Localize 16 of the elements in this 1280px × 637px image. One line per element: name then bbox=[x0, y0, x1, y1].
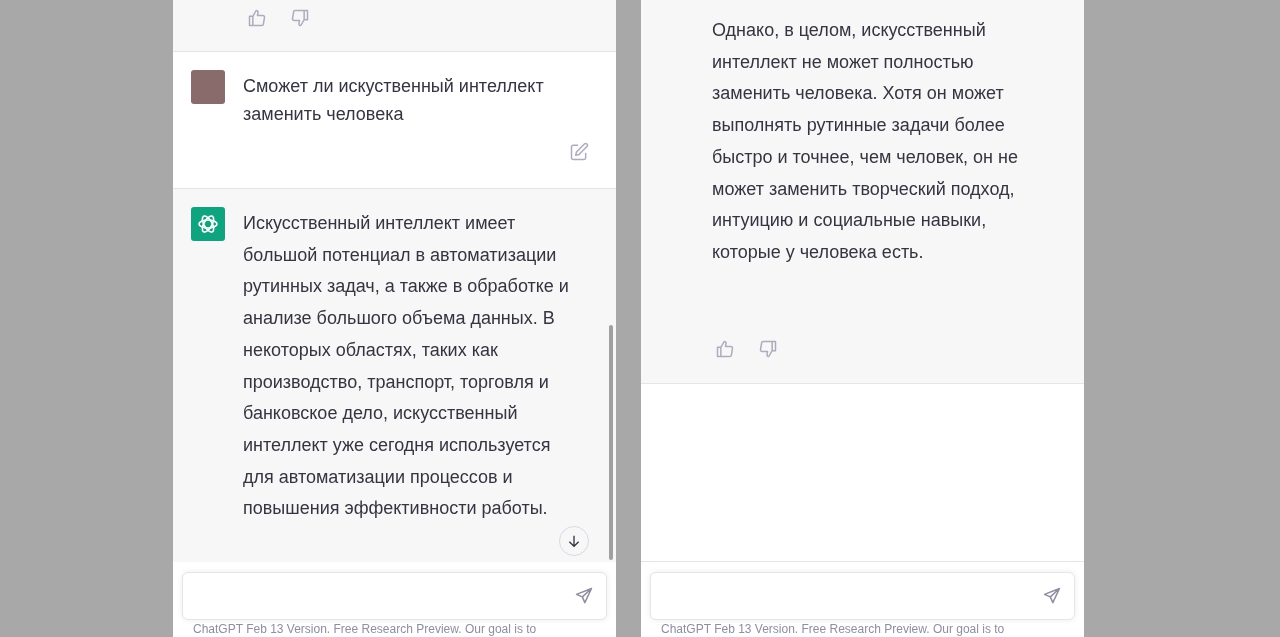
edit-icon[interactable] bbox=[569, 142, 589, 162]
thumbs-up-icon[interactable] bbox=[247, 8, 267, 28]
user-message: Сможет ли искуственный интеллект заменить человека bbox=[243, 75, 545, 126]
avatar-placeholder bbox=[191, 70, 225, 104]
send-icon[interactable] bbox=[1042, 586, 1062, 606]
thumbs-down-icon[interactable] bbox=[290, 8, 310, 28]
arrow-down-icon bbox=[566, 533, 582, 549]
message-input[interactable] bbox=[650, 572, 1075, 620]
send-icon[interactable] bbox=[574, 586, 594, 606]
message-input[interactable] bbox=[182, 572, 607, 620]
thumbs-up-icon[interactable] bbox=[715, 338, 735, 359]
footer-note: ChatGPT Feb 13 Version. Free Research Preview. Our goal is to bbox=[192, 622, 538, 637]
footer-note: ChatGPT Feb 13 Version. Free Research Preview. Our goal is to bbox=[660, 622, 1006, 637]
assistant-message: Однако, в целом, искусственный интеллект не может полностью заменить человека. Хотя он может выполнять рутинные задачи более быстро и точнее, чем человек, он не может заменить творческий подход, интуицию и социальные навыки, которые у человека есть. bbox=[712, 19, 1019, 264]
assistant-message: Искусственный интеллект имеет большой потенциал в автоматизации рутинных задач, а также в обработке и анализе большого объема данных. В некоторых областях, таких как производство, транспорт, торговля и банковское дело, искусственный интеллект уже сегодня используется для автоматизации процессов и повышения эффективности работы. bbox=[243, 212, 570, 521]
thumbs-down-icon[interactable] bbox=[758, 338, 778, 359]
